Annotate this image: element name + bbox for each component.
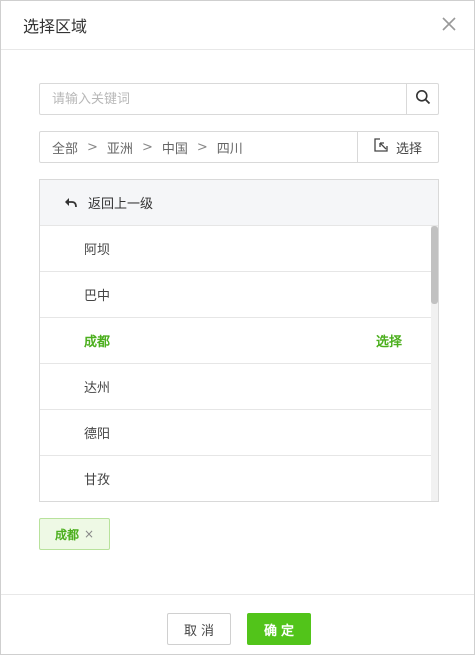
list-item-ganzi[interactable]: 甘孜 bbox=[40, 456, 432, 501]
back-to-parent-button[interactable]: 返回上一级 bbox=[40, 180, 438, 226]
region-list: 阿坝 巴中 成都 选择 达州 德阳 甘孜 bbox=[40, 226, 432, 501]
search-box bbox=[39, 83, 439, 115]
list-item-dazhou[interactable]: 达州 bbox=[40, 364, 432, 410]
search-button[interactable] bbox=[406, 84, 438, 114]
return-arrow-icon bbox=[64, 197, 78, 209]
dialog-title: 选择区域 bbox=[23, 17, 88, 36]
close-icon[interactable] bbox=[440, 15, 458, 33]
cancel-button[interactable]: 取消 bbox=[167, 613, 231, 645]
remove-tag-icon[interactable]: × bbox=[84, 527, 94, 541]
breadcrumb-item-sichuan[interactable]: 四川 bbox=[217, 138, 243, 157]
breadcrumb-item-all[interactable]: 全部 bbox=[52, 138, 78, 157]
breadcrumb-separator: > bbox=[141, 139, 153, 155]
search-icon bbox=[415, 89, 431, 109]
region-list-panel: 返回上一级 阿坝 巴中 成都 选择 达州 德阳 甘孜 bbox=[39, 179, 439, 502]
list-item-label: 阿坝 bbox=[84, 243, 111, 258]
list-item-label: 德阳 bbox=[84, 427, 111, 442]
list-item-label: 成都 bbox=[84, 335, 111, 350]
list-item-select-button[interactable]: 选择 bbox=[376, 331, 402, 350]
select-current-button[interactable]: 选择 bbox=[357, 132, 438, 162]
select-region-dialog: 选择区域 全部 > 亚洲 > 中国 > 四川 bbox=[0, 0, 475, 655]
list-item-label: 达州 bbox=[84, 381, 111, 396]
selected-tag-label: 成都 bbox=[54, 527, 79, 542]
confirm-button[interactable]: 确定 bbox=[247, 613, 311, 645]
breadcrumb-separator: > bbox=[196, 139, 208, 155]
search-input[interactable] bbox=[40, 84, 406, 114]
scrollbar-thumb[interactable] bbox=[431, 226, 438, 304]
select-current-label: 选择 bbox=[395, 141, 422, 157]
breadcrumb-item-china[interactable]: 中国 bbox=[162, 138, 188, 157]
breadcrumb: 全部 > 亚洲 > 中国 > 四川 bbox=[40, 132, 357, 162]
breadcrumb-item-asia[interactable]: 亚洲 bbox=[107, 138, 133, 157]
breadcrumb-separator: > bbox=[87, 139, 98, 155]
list-item-aba[interactable]: 阿坝 bbox=[40, 226, 432, 272]
selected-tag-chengdu: 成都 × bbox=[39, 518, 110, 550]
breadcrumb-bar: 全部 > 亚洲 > 中国 > 四川 选择 bbox=[39, 131, 439, 163]
dialog-header: 选择区域 bbox=[1, 1, 474, 50]
back-to-parent-label: 返回上一级 bbox=[88, 197, 154, 212]
list-item-chengdu[interactable]: 成都 选择 bbox=[40, 318, 432, 364]
list-item-deyang[interactable]: 德阳 bbox=[40, 410, 432, 456]
select-cursor-icon bbox=[374, 138, 388, 156]
dialog-footer: 取消 确定 bbox=[1, 594, 474, 656]
list-item-label: 甘孜 bbox=[84, 473, 111, 488]
list-item-bazhong[interactable]: 巴中 bbox=[40, 272, 432, 318]
list-item-label: 巴中 bbox=[84, 289, 111, 304]
